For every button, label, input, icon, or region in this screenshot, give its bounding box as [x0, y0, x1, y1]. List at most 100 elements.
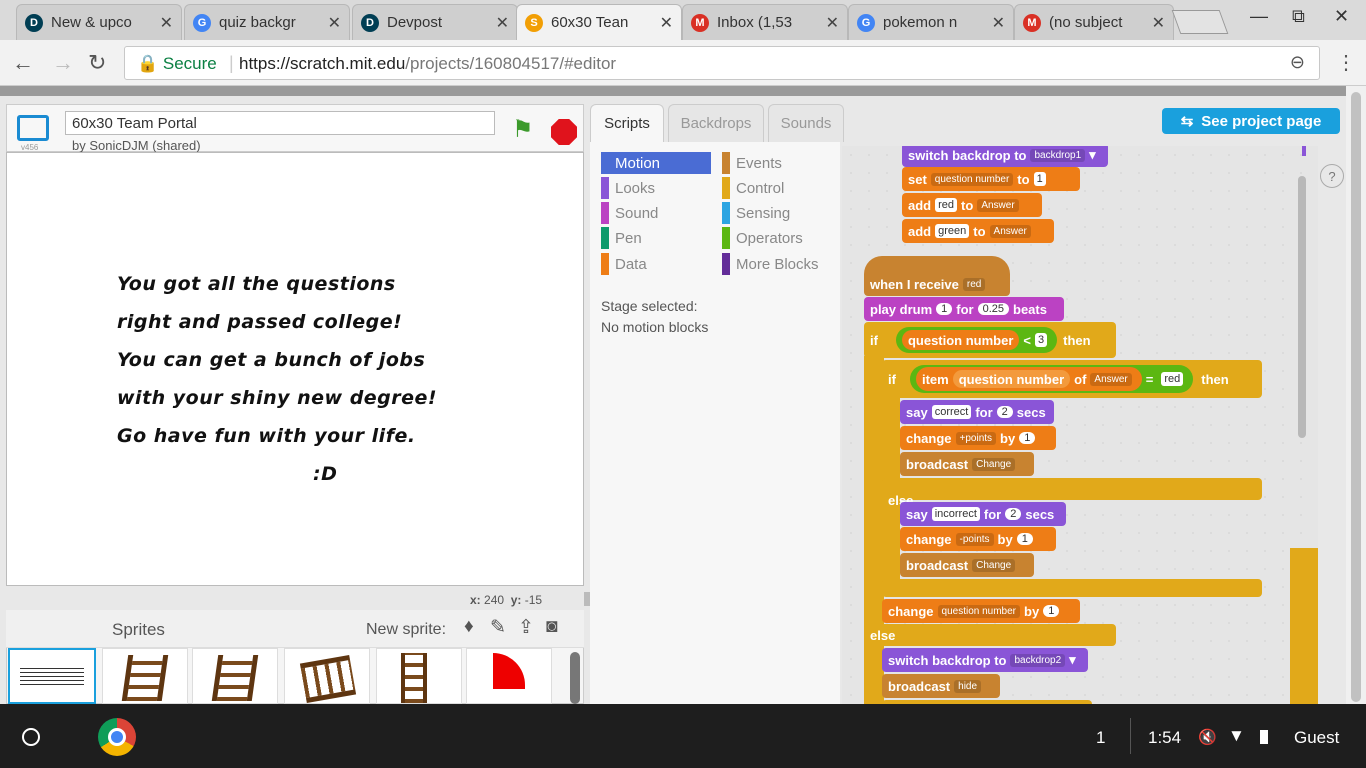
tab-scripts[interactable]: Scripts: [590, 104, 664, 142]
page-scroll-thumb[interactable]: [1351, 92, 1361, 702]
block-set-variable[interactable]: set question number to 1: [902, 167, 1080, 191]
inner-if-end: [882, 579, 1262, 597]
stop-icon[interactable]: [551, 119, 577, 145]
mute-icon[interactable]: 🔇: [1198, 728, 1217, 746]
block-add-to-list[interactable]: add red to Answer: [902, 193, 1042, 217]
category-pen[interactable]: Pen: [601, 227, 711, 249]
close-window-icon[interactable]: ✕: [1334, 6, 1349, 27]
stage-thumbnail[interactable]: [8, 648, 96, 704]
block-less-than[interactable]: question number <3: [895, 327, 1058, 353]
tab-backdrops[interactable]: Backdrops: [668, 104, 764, 142]
block-switch-backdrop[interactable]: switch backdrop to backdrop2 ▾: [882, 648, 1088, 672]
category-operators[interactable]: Operators: [722, 227, 832, 249]
category-label: Control: [736, 179, 785, 197]
stage[interactable]: You got all the questions right and pass…: [6, 152, 584, 586]
sprite-thumbnail[interactable]: [102, 648, 188, 704]
sprites-scrollbar[interactable]: [570, 652, 580, 704]
chrome-icon[interactable]: [98, 718, 136, 756]
block-if-else[interactable]: if question number <3 then: [864, 322, 1116, 358]
category-data[interactable]: Data: [601, 253, 711, 275]
category-sound[interactable]: Sound: [601, 202, 711, 224]
version-label: v456: [21, 143, 39, 152]
browser-tab[interactable]: M Inbox (1,53 ✕: [682, 4, 848, 40]
block-change-by[interactable]: change question number by 1: [882, 599, 1080, 623]
close-icon[interactable]: ✕: [826, 13, 839, 33]
block-switch-backdrop[interactable]: switch backdrop to backdrop1 ▾: [902, 146, 1108, 167]
tab-sounds[interactable]: Sounds: [768, 104, 844, 142]
battery-icon[interactable]: [1260, 730, 1268, 744]
block-broadcast[interactable]: broadcast Change: [900, 452, 1034, 476]
close-icon[interactable]: ✕: [1152, 13, 1165, 33]
restore-icon[interactable]: ⧉: [1292, 6, 1305, 27]
category-looks[interactable]: Looks: [601, 177, 711, 199]
minimize-icon[interactable]: —: [1250, 6, 1268, 27]
reporter-item-of[interactable]: item question number of Answer: [915, 367, 1142, 391]
launcher-icon[interactable]: [22, 728, 40, 746]
sprites-title: Sprites: [112, 620, 165, 639]
block-say-for-secs[interactable]: say correct for 2 secs: [900, 400, 1054, 424]
sprite-thumbnail[interactable]: [192, 648, 278, 704]
fullscreen-icon[interactable]: [17, 115, 49, 141]
block-add-to-list[interactable]: add green to Answer: [902, 219, 1054, 243]
category-label: Events: [736, 154, 782, 172]
category-control[interactable]: Control: [722, 177, 832, 199]
sprite-thumbnail[interactable]: [376, 648, 462, 704]
browser-tab[interactable]: Gpokemon n ✕: [848, 4, 1014, 40]
see-project-page-button[interactable]: ⇆ See project page: [1162, 108, 1340, 134]
new-tab-button[interactable]: [1171, 10, 1229, 34]
address-bar[interactable]: 🔒 Secure | https://scratch.mit.edu/proje…: [124, 46, 1320, 80]
category-motion[interactable]: Motion: [601, 152, 711, 174]
close-icon[interactable]: ✕: [992, 13, 1005, 33]
clock[interactable]: 1:54: [1148, 728, 1181, 748]
y-label: y:: [510, 593, 522, 607]
project-title-input[interactable]: 60x30 Team Portal: [65, 111, 495, 135]
browser-tab[interactable]: D New & upco ✕: [16, 4, 182, 40]
block-broadcast[interactable]: broadcast hide: [882, 674, 1000, 698]
scripts-scrollbar[interactable]: [1298, 176, 1306, 438]
wifi-icon[interactable]: ▼: [1228, 726, 1245, 746]
sprite-thumbnail[interactable]: [466, 648, 552, 704]
help-icon[interactable]: ?: [1320, 164, 1344, 188]
category-more-blocks[interactable]: More Blocks: [722, 253, 832, 275]
forward-icon[interactable]: →: [52, 50, 74, 76]
paint-brush-icon[interactable]: ✎: [490, 616, 506, 639]
browser-tab[interactable]: D Devpost ✕: [352, 4, 518, 40]
back-icon[interactable]: ←: [12, 50, 34, 76]
category-label: Looks: [615, 179, 656, 197]
browser-tab[interactable]: M (no subject ✕: [1014, 4, 1174, 40]
close-icon[interactable]: ✕: [328, 13, 341, 33]
category-events[interactable]: Events: [722, 152, 832, 174]
block-when-i-receive[interactable]: when I receive red: [864, 256, 1010, 296]
sprite-thumbnail[interactable]: [284, 648, 370, 704]
user-label[interactable]: Guest: [1294, 728, 1339, 748]
close-icon[interactable]: ✕: [660, 13, 673, 33]
stage-line: You got all the questions: [117, 273, 396, 295]
reporter-question-number[interactable]: question number: [901, 330, 1020, 350]
block-change-by[interactable]: change -points by 1: [900, 527, 1056, 551]
block-if-else-inner[interactable]: if item question number of Answer = red then: [882, 360, 1262, 398]
new-sprite-label: New sprite:: [366, 621, 447, 638]
browser-tab-active[interactable]: S 60x30 Tean ✕: [516, 4, 682, 40]
block-broadcast[interactable]: broadcast Change: [900, 553, 1034, 577]
green-flag-icon[interactable]: ⚑: [512, 115, 534, 144]
scratch-icon: S: [525, 13, 543, 32]
close-icon[interactable]: ✕: [160, 13, 173, 33]
block-change-by[interactable]: change +points by 1: [900, 426, 1056, 450]
browser-tab[interactable]: Gquiz backgr ✕: [184, 4, 350, 40]
block-play-drum[interactable]: play drum 1 for 0.25 beats: [864, 297, 1064, 321]
block-say-for-secs[interactable]: say incorrect for 2 secs: [900, 502, 1066, 526]
scripts-area[interactable]: switch backdrop to backdrop1 ▾ set question…: [842, 146, 1318, 704]
sprite-library-icon[interactable]: ♦: [464, 616, 474, 638]
notification-count[interactable]: 1: [1096, 728, 1105, 748]
menu-icon[interactable]: ⋮: [1336, 50, 1356, 75]
reporter-question-number[interactable]: question number: [952, 370, 1071, 388]
reload-icon[interactable]: ↻: [88, 50, 106, 76]
category-sensing[interactable]: Sensing: [722, 202, 832, 224]
block-equals[interactable]: item question number of Answer = red: [909, 365, 1194, 393]
close-icon[interactable]: ✕: [496, 13, 509, 33]
scratch-menubar: [0, 86, 1346, 96]
category-label: Data: [615, 255, 647, 273]
upload-icon[interactable]: ⇪: [518, 616, 534, 639]
zoom-icon[interactable]: ⊖: [1290, 52, 1305, 73]
camera-icon[interactable]: ◙: [546, 616, 557, 638]
